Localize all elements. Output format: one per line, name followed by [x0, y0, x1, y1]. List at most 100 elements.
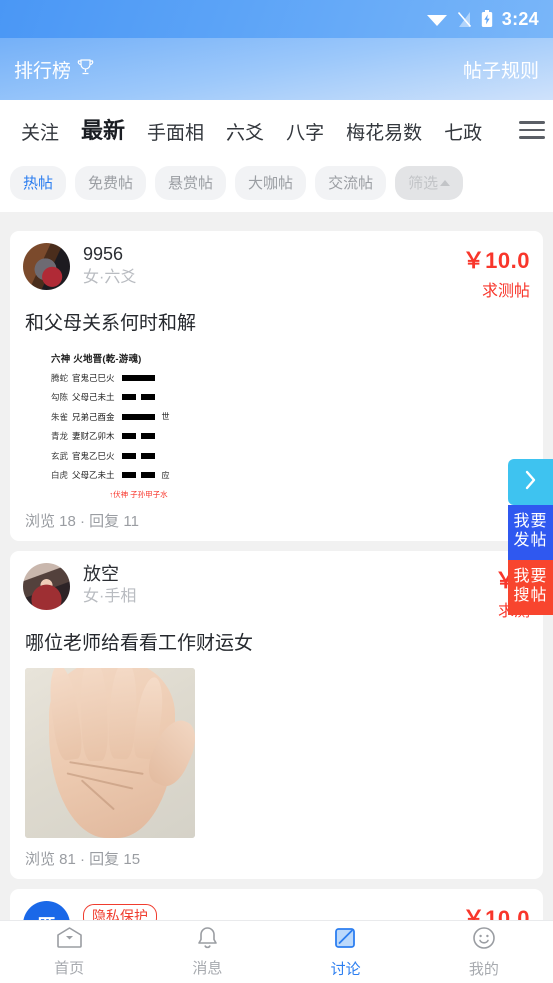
post-username: 9956	[83, 244, 124, 264]
nav-item-messages[interactable]: 消息	[138, 926, 276, 978]
tab-label: 最新	[81, 118, 126, 143]
hexagram-god: 腾蛇	[51, 372, 69, 383]
hexagram-row: 青龙 妻财乙卯木	[51, 430, 226, 442]
hamburger-menu-icon[interactable]	[519, 121, 553, 139]
chip-mianfeitie[interactable]: 免费帖	[75, 166, 147, 200]
tab-label: 关注	[21, 123, 60, 144]
hexagram-line-broken	[121, 433, 155, 440]
tab-label: 八字	[286, 123, 325, 144]
hexagram-god: 青龙	[51, 431, 69, 442]
post-author-meta: 女·六爻	[83, 268, 137, 286]
post-header: 放空 女·手相 ￥0 求测	[23, 562, 530, 621]
hexagram-title: 六神 火地晋(乾-游魂)	[51, 353, 142, 365]
leaderboard-label: 排行榜	[14, 60, 72, 82]
chip-jiaoliutie[interactable]: 交流帖	[315, 166, 387, 200]
nav-item-discussion[interactable]: 讨论	[277, 926, 415, 979]
nav-label: 讨论	[330, 960, 361, 978]
post-card[interactable]: 放空 女·手相 ￥0 求测 哪位老师给看看工作财运女	[10, 550, 543, 880]
post-rules-button[interactable]: 帖子规则	[463, 56, 539, 83]
wifi-icon	[426, 11, 448, 27]
chip-shaixuan[interactable]: 筛选	[395, 166, 464, 200]
trophy-icon	[77, 58, 94, 81]
post-card[interactable]: 9956 女·六爻 ￥10.0 求测帖 和父母关系何时和解 六神 火地晋(乾-游…	[10, 231, 543, 541]
hexagram-text: 父母乙未土	[72, 470, 115, 481]
post-card[interactable]: 匿 隐私保护 ￥10.0	[10, 889, 543, 920]
avatar[interactable]	[23, 562, 70, 610]
hexagram-line-broken	[121, 394, 155, 401]
hexagram-chart[interactable]: 六神 火地晋(乾-游魂) 腾蛇 官鬼己巳火 勾陈 父母己未土 朱雀 兄弟己酉金	[51, 351, 226, 500]
leaderboard-button[interactable]: 排行榜	[14, 56, 94, 83]
hexagram-text: 妻财乙卯木	[72, 431, 115, 442]
avatar[interactable]	[23, 243, 70, 290]
post-price: ￥10.0	[462, 906, 530, 920]
status-bar: 3:24	[0, 0, 553, 38]
post-author-info: 放空 女·手相	[83, 563, 489, 608]
hexagram-text: 兄弟己酉金	[72, 411, 115, 422]
hexagram-god: 白虎	[51, 470, 69, 481]
hexagram-mark: 应	[161, 470, 170, 480]
filter-chip-bar: 热帖 免费帖 悬赏帖 大咖帖 交流帖 筛选	[0, 160, 553, 212]
post-title[interactable]: 哪位老师给看看工作财运女	[25, 631, 528, 657]
floating-side-buttons: 我要发帖 我要搜帖	[508, 459, 553, 616]
signal-off-icon	[457, 11, 472, 28]
privacy-badge: 隐私保护	[83, 904, 157, 920]
search-post-button[interactable]: 我要搜帖	[508, 560, 553, 616]
hexagram-line-broken	[121, 472, 155, 479]
post-type-label: 求测帖	[481, 283, 530, 300]
post-stats: 浏览 18 · 回复 11	[25, 512, 139, 530]
hexagram-text: 官鬼乙巳火	[72, 450, 115, 461]
tab-label: 六爻	[226, 123, 265, 144]
create-post-button[interactable]: 我要发帖	[508, 505, 553, 561]
avatar-initial: 匿	[38, 912, 56, 920]
category-tab-bar: 关注 最新 手面相 六爻 八字 梅花易数 七政	[0, 100, 553, 160]
tab-liuyao[interactable]: 六爻	[215, 118, 275, 147]
post-feed[interactable]: 9956 女·六爻 ￥10.0 求测帖 和父母关系何时和解 六神 火地晋(乾-游…	[0, 231, 553, 920]
bell-icon	[195, 926, 220, 954]
tab-qizheng[interactable]: 七政	[433, 118, 493, 147]
finger	[79, 668, 109, 763]
tab-shoumianxiang[interactable]: 手面相	[136, 118, 215, 147]
tab-zuixin[interactable]: 最新	[70, 113, 136, 147]
hexagram-god: 勾陈	[51, 392, 69, 403]
hexagram-line-solid	[121, 374, 155, 381]
hexagram-footnote: ↑伏神 子孙甲子水	[109, 489, 168, 499]
tab-label: 七政	[444, 123, 483, 144]
nav-label: 首页	[54, 960, 85, 977]
avatar[interactable]: 匿	[23, 901, 70, 920]
post-price-block: ￥10.0	[463, 901, 530, 920]
hexagram-row: 玄武 官鬼乙巳火	[51, 450, 226, 462]
bottom-navigation: 首页 消息 讨论 我的	[0, 920, 553, 983]
hexagram-row: 腾蛇 官鬼己巳火	[51, 372, 226, 384]
chip-dakatie[interactable]: 大咖帖	[235, 166, 307, 200]
tab-label: 梅花易数	[346, 123, 423, 144]
edit-icon	[333, 926, 358, 955]
post-header: 9956 女·六爻 ￥10.0 求测帖	[23, 243, 530, 301]
post-title[interactable]: 和父母关系何时和解	[25, 311, 528, 337]
hexagram-row: 朱雀 兄弟己酉金 世	[51, 411, 226, 423]
caret-up-icon	[440, 179, 451, 186]
post-price: ￥10.0	[462, 248, 530, 273]
tab-bazi[interactable]: 八字	[275, 118, 335, 147]
hexagram-text: 父母己未土	[72, 392, 115, 403]
hexagram-god: 玄武	[51, 450, 69, 461]
post-author-meta: 女·手相	[83, 588, 137, 606]
post-header: 匿 隐私保护 ￥10.0	[23, 901, 530, 920]
battery-charging-icon	[481, 10, 493, 28]
post-stats: 浏览 81 · 回复 15	[25, 851, 141, 869]
app-header: 排行榜 帖子规则	[0, 38, 553, 100]
hexagram-text: 官鬼己巳火	[72, 372, 115, 383]
nav-label: 消息	[192, 960, 223, 977]
tab-meihuayishu[interactable]: 梅花易数	[335, 118, 433, 147]
collapse-side-panel-button[interactable]	[508, 459, 553, 505]
post-price-block: ￥10.0 求测帖	[463, 243, 530, 301]
palm-photo[interactable]	[25, 668, 195, 839]
tab-guanzhu[interactable]: 关注	[10, 118, 70, 147]
chip-shaixuan-label: 筛选	[408, 175, 439, 192]
chip-retie[interactable]: 热帖	[10, 166, 67, 200]
tab-label: 手面相	[147, 123, 205, 144]
chip-xuanshangtie[interactable]: 悬赏帖	[155, 166, 227, 200]
nav-item-home[interactable]: 首页	[0, 926, 138, 978]
app-screen: 3:24 排行榜 帖子规则 关注 最新 手面相 六爻 八字 梅花易数 七政 热帖…	[0, 0, 553, 983]
post-author-info: 9956 女·六爻	[83, 243, 457, 288]
nav-item-profile[interactable]: 我的	[415, 926, 553, 979]
